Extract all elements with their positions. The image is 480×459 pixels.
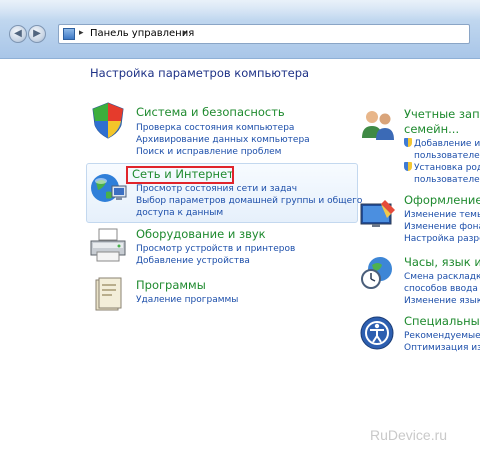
category-link[interactable]: Поиск и исправление проблем [136, 146, 310, 158]
shield-flag-icon[interactable] [88, 100, 128, 140]
category-link[interactable]: доступа к данным [136, 207, 362, 219]
breadcrumb-separator-end[interactable]: ▸ [183, 28, 188, 38]
category-title[interactable]: Система и безопасность [136, 105, 285, 119]
category-title[interactable]: Программы [136, 278, 206, 292]
category-link[interactable]: Настройка разреш [404, 233, 480, 245]
category-link[interactable]: Изменение фона р [404, 221, 480, 233]
highlight-box [126, 166, 234, 184]
printer-icon[interactable] [88, 225, 128, 265]
breadcrumb-separator[interactable]: ▸ [79, 28, 84, 38]
category-link[interactable]: Изменение темы [404, 209, 480, 221]
category-title[interactable]: Специальные [404, 314, 480, 328]
page-title: Настройка параметров компьютера [90, 66, 310, 80]
display-icon[interactable] [358, 194, 398, 234]
control-panel-icon [63, 28, 75, 40]
category-link[interactable]: Архивирование данных компьютера [136, 134, 310, 146]
category-link[interactable]: Выбор параметров домашней группы и общег… [136, 195, 362, 207]
category-link[interactable]: Смена раскладки [404, 271, 480, 283]
globe-network-icon[interactable] [88, 168, 128, 208]
category-link[interactable]: Установка роди [404, 162, 480, 174]
address-toolbar: ◀ ▶ ▸ Панель управления ▸ [0, 0, 480, 59]
watermark: RuDevice.ru [370, 427, 448, 443]
category-link[interactable]: Удаление программы [136, 294, 238, 306]
category-link[interactable]: Проверка состояния компьютера [136, 122, 310, 134]
category-link[interactable]: пользователей [404, 150, 480, 162]
category-link[interactable]: Изменение языка [404, 295, 480, 307]
category-title[interactable]: Оборудование и звук [136, 227, 266, 241]
back-arrow-icon: ◀ [14, 28, 22, 39]
programs-icon[interactable] [88, 274, 128, 314]
category-title-continued[interactable]: семейн... [404, 122, 459, 136]
accessibility-icon[interactable] [358, 314, 398, 354]
forward-button[interactable]: ▶ [28, 25, 46, 43]
address-bar[interactable]: ▸ Панель управления ▸ [58, 24, 470, 44]
forward-arrow-icon: ▶ [33, 28, 41, 39]
users-icon[interactable] [358, 104, 398, 144]
clock-globe-icon[interactable] [358, 253, 398, 293]
category-title[interactable]: Оформление [404, 193, 480, 207]
category-link[interactable]: Добавление устройства [136, 255, 295, 267]
category-link[interactable]: способов ввода [404, 283, 480, 295]
breadcrumb-control-panel[interactable]: Панель управления [90, 28, 194, 39]
back-button[interactable]: ◀ [9, 25, 27, 43]
category-title[interactable]: Часы, язык и ре [404, 255, 480, 269]
category-link[interactable]: Добавление и у [404, 138, 480, 150]
category-link[interactable]: Оптимизация изоб [404, 342, 480, 354]
titlebar-glass [0, 0, 480, 20]
category-link[interactable]: Рекомендуемые W [404, 330, 480, 342]
category-link[interactable]: пользователей [404, 174, 480, 186]
category-title[interactable]: Учетные запи [404, 107, 480, 121]
category-link[interactable]: Просмотр состояния сети и задач [136, 183, 362, 195]
category-link[interactable]: Просмотр устройств и принтеров [136, 243, 295, 255]
